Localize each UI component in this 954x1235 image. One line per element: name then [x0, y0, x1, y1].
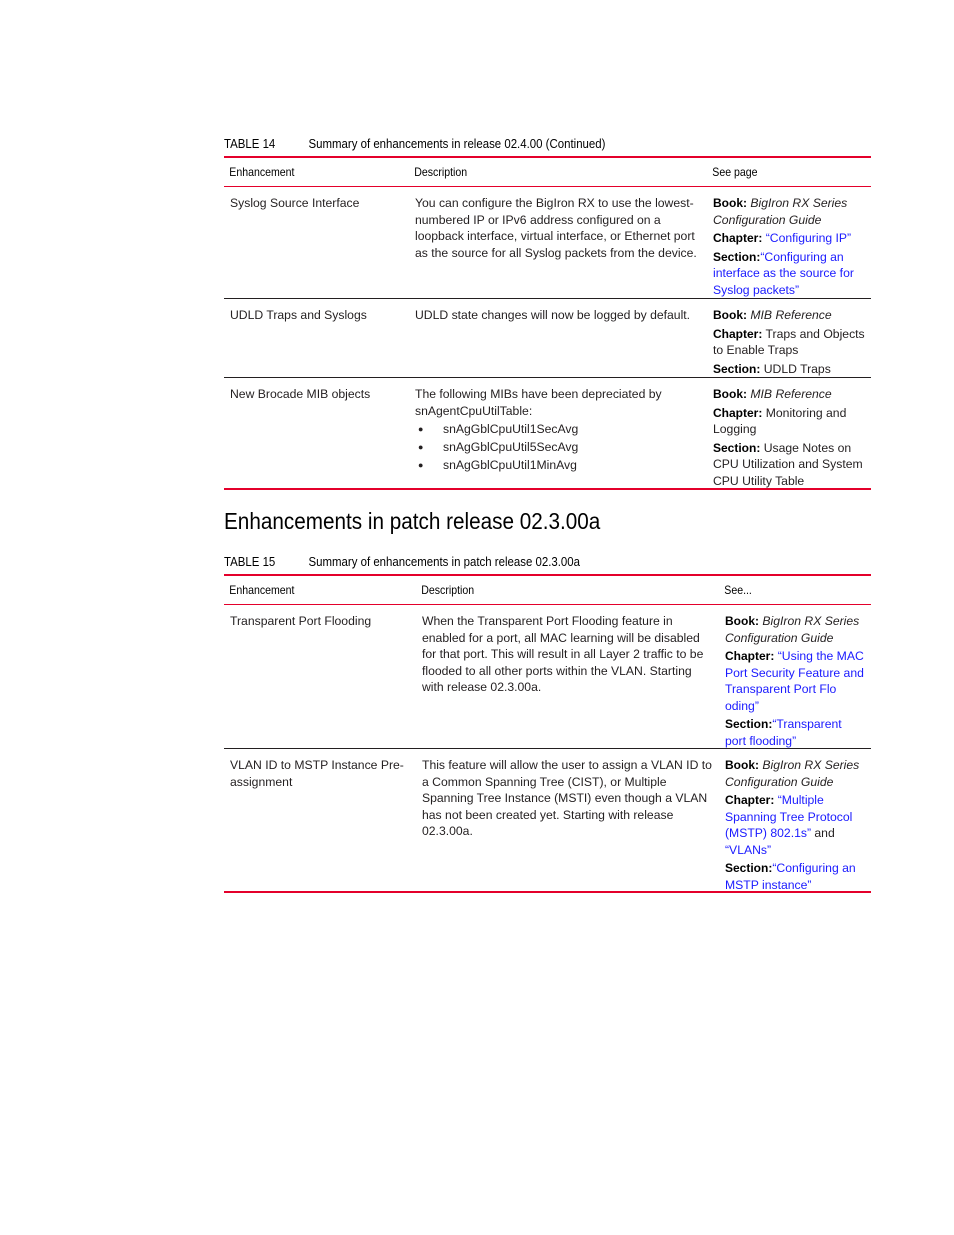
enhancement-cell: VLAN ID to MSTP Instance Pre-assignment: [230, 758, 404, 789]
section-label: Section:: [713, 249, 761, 264]
table-row: Transparent Port Flooding When the Trans…: [224, 605, 871, 749]
section-label: Section:: [725, 717, 773, 731]
list-item: snAgGblCpuUtil1SecAvg: [415, 421, 701, 438]
description-cell: This feature will allow the user to assi…: [422, 758, 712, 838]
table14-number: TABLE 14: [224, 136, 276, 151]
chapter-label: Chapter:: [713, 231, 763, 245]
book-title: MIB Reference: [750, 308, 832, 322]
table14-title: Summary of enhancements in release 02.4.…: [308, 136, 606, 151]
column-header-enhancement: Enhancement: [229, 165, 295, 179]
reference-cell: Book: BigIron RX Series Configuration Gu…: [719, 605, 871, 748]
chapter-label: Chapter:: [713, 405, 763, 420]
book-label: Book:: [713, 308, 747, 322]
book-label: Book:: [725, 758, 759, 772]
table15-title: Summary of enhancements in patch release…: [308, 554, 581, 569]
table-row: UDLD Traps and Syslogs UDLD state change…: [224, 299, 871, 378]
column-header-see-page: See page: [712, 165, 758, 179]
chapter-joiner: and: [814, 826, 835, 840]
chapter-label: Chapter:: [725, 649, 775, 663]
column-header-description: Description: [421, 583, 475, 597]
table-row: New Brocade MIB objects The following MI…: [224, 378, 871, 488]
column-header-enhancement: Enhancement: [229, 583, 295, 597]
table14-caption: TABLE 14 Summary of enhancements in relea…: [224, 136, 605, 151]
table-row: Syslog Source Interface You can configur…: [224, 187, 871, 299]
mib-list: snAgGblCpuUtil1SecAvg snAgGblCpuUtil5Sec…: [415, 421, 701, 474]
table15-caption: TABLE 15 Summary of enhancements in patch…: [224, 554, 580, 569]
chapter-link[interactable]: “Configuring IP”: [766, 231, 851, 245]
book-label: Book:: [713, 387, 747, 401]
section-label: Section:: [713, 440, 761, 455]
reference-cell: Book: MIB Reference Chapter: Monitoring …: [707, 378, 871, 488]
chapter-label: Chapter:: [725, 793, 775, 807]
section-label: Section:: [725, 861, 773, 875]
description-cell: UDLD state changes will now be logged by…: [415, 308, 691, 322]
table14-header: Enhancement Description See page: [224, 158, 871, 187]
list-item: snAgGblCpuUtil1MinAvg: [415, 457, 701, 474]
description-text: The following MIBs have been depreciated…: [415, 387, 662, 418]
table15-header: Enhancement Description See...: [224, 576, 871, 605]
section-label: Section:: [713, 361, 761, 376]
column-header-description: Description: [414, 165, 468, 179]
book-title: MIB Reference: [750, 387, 832, 401]
enhancement-cell: Transparent Port Flooding: [230, 614, 372, 628]
table-row: VLAN ID to MSTP Instance Pre-assignment …: [224, 749, 871, 892]
enhancement-cell: New Brocade MIB objects: [230, 387, 371, 401]
table15: Enhancement Description See... Transpare…: [224, 574, 871, 893]
enhancement-cell: Syslog Source Interface: [230, 196, 360, 210]
description-cell: You can configure the BigIron RX to use …: [415, 196, 697, 260]
table15-number: TABLE 15: [224, 554, 276, 569]
reference-cell: Book: BigIron RX Series Configuration Gu…: [719, 749, 871, 892]
chapter-link-vlans[interactable]: “VLANs”: [725, 843, 771, 857]
chapter-label: Chapter:: [713, 326, 763, 341]
enhancement-cell: UDLD Traps and Syslogs: [230, 308, 367, 322]
section-text: UDLD Traps: [763, 361, 831, 376]
book-label: Book:: [713, 196, 747, 210]
section-heading: Enhancements in patch release 02.3.00a: [224, 508, 601, 534]
description-cell: The following MIBs have been depreciated…: [409, 378, 707, 488]
list-item: snAgGblCpuUtil5SecAvg: [415, 439, 701, 456]
book-label: Book:: [725, 614, 759, 628]
column-header-see: See...: [724, 583, 752, 597]
reference-cell: Book: MIB Reference Chapter: Traps and O…: [707, 299, 871, 377]
table14: Enhancement Description See page Syslog …: [224, 156, 871, 490]
description-cell: When the Transparent Port Flooding featu…: [422, 614, 704, 694]
reference-cell: Book: BigIron RX Series Configuration Gu…: [707, 187, 871, 298]
